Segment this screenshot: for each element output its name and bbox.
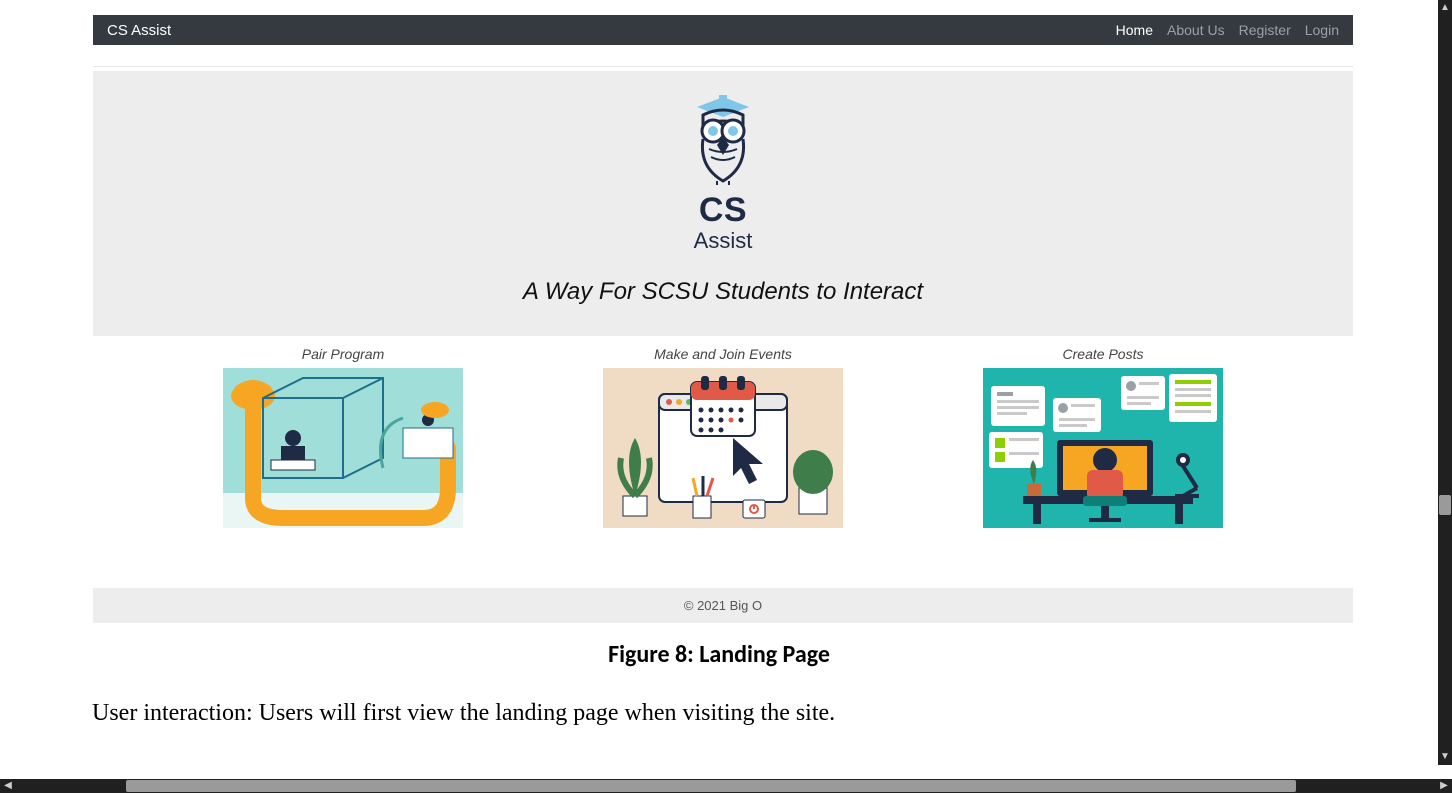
scroll-right-arrow-icon[interactable]: ▶	[1436, 779, 1452, 793]
feature-events: Make and Join Events	[583, 346, 863, 528]
owl-logo-icon	[93, 95, 1353, 185]
scroll-up-arrow-icon[interactable]: ▲	[1438, 0, 1452, 16]
feature-title: Create Posts	[963, 346, 1243, 362]
viewport: CS Assist Home About Us Register Login	[0, 0, 1452, 793]
nav-link-home[interactable]: Home	[1116, 22, 1153, 38]
vertical-scroll-thumb[interactable]	[1439, 495, 1451, 515]
body-text: User interaction: Users will first view …	[92, 700, 835, 727]
horizontal-scrollbar[interactable]: ◀ ▶	[0, 779, 1452, 793]
figure-caption: Figure 8: Landing Page	[0, 640, 1438, 669]
feature-title: Pair Program	[203, 346, 483, 362]
horizontal-scroll-thumb[interactable]	[126, 780, 1296, 792]
events-illustration-icon	[603, 368, 843, 528]
nav-link-login[interactable]: Login	[1305, 22, 1339, 38]
horizontal-scroll-track[interactable]	[16, 779, 1436, 793]
nav-link-register[interactable]: Register	[1239, 22, 1291, 38]
logo-text-assist: Assist	[93, 228, 1353, 254]
scroll-left-arrow-icon[interactable]: ◀	[0, 779, 16, 793]
webapp-screenshot: CS Assist Home About Us Register Login	[93, 15, 1353, 623]
document-area: CS Assist Home About Us Register Login	[0, 0, 1438, 765]
divider	[93, 45, 1353, 67]
brand-label[interactable]: CS Assist	[107, 22, 171, 39]
logo-text-cs: CS	[93, 191, 1353, 230]
posts-illustration-icon	[983, 368, 1223, 528]
bottom-strip	[0, 765, 1452, 779]
nav-link-about-us[interactable]: About Us	[1167, 22, 1225, 38]
feature-posts: Create Posts	[963, 346, 1243, 528]
footer: © 2021 Big O	[93, 588, 1353, 623]
scroll-down-arrow-icon[interactable]: ▼	[1438, 749, 1452, 765]
feature-pair-program: Pair Program	[203, 346, 483, 528]
nav-links: Home About Us Register Login	[1116, 22, 1339, 38]
hero: CS Assist A Way For SCSU Students to Int…	[93, 71, 1353, 336]
vertical-scrollbar[interactable]: ▲ ▼	[1438, 0, 1452, 765]
navbar: CS Assist Home About Us Register Login	[93, 15, 1353, 45]
features-row: Pair Program	[93, 336, 1353, 528]
feature-title: Make and Join Events	[583, 346, 863, 362]
hero-tagline: A Way For SCSU Students to Interact	[93, 278, 1353, 306]
pair-program-illustration-icon	[223, 368, 463, 528]
